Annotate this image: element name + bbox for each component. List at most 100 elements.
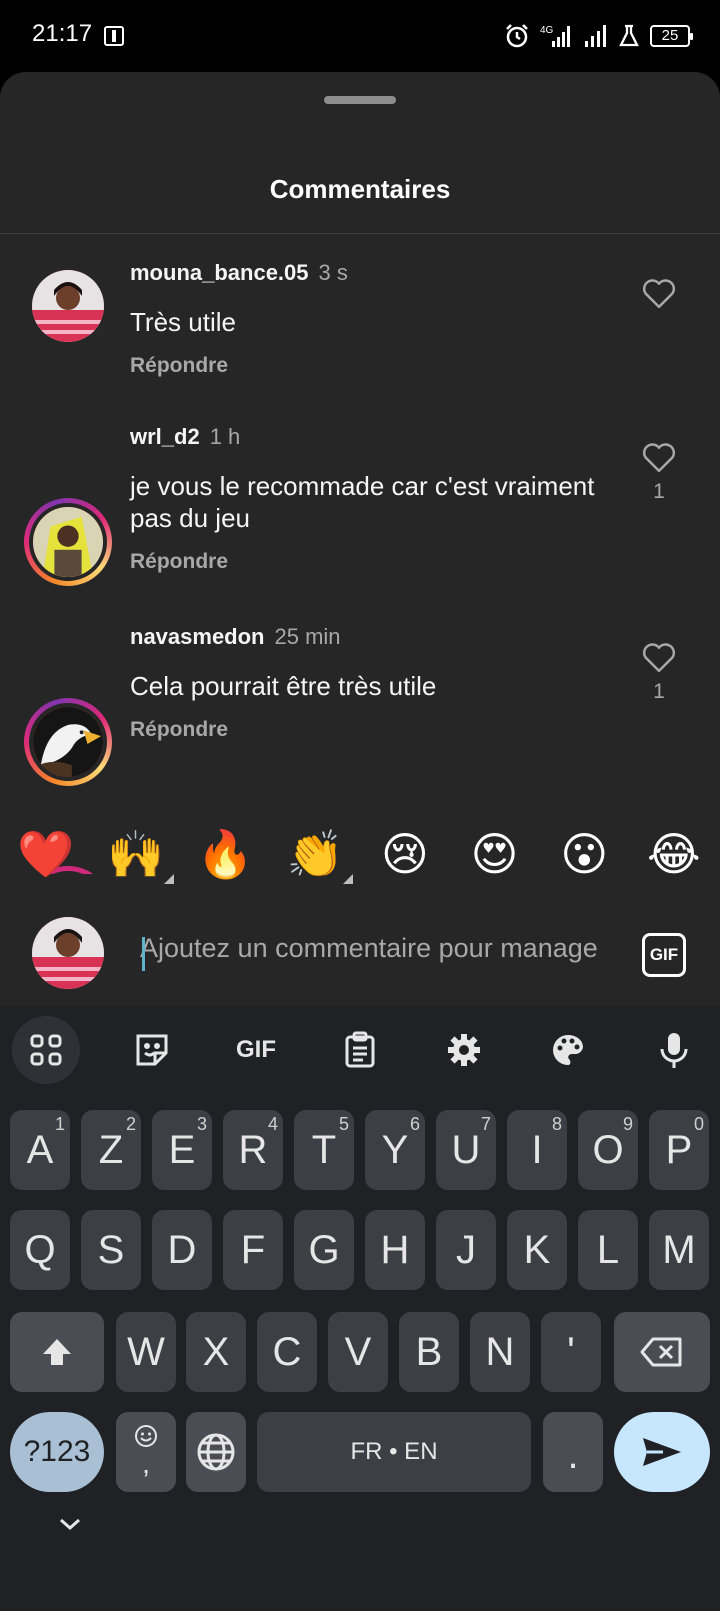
key-y[interactable]: Y6 xyxy=(365,1110,425,1190)
language-key[interactable] xyxy=(186,1412,246,1492)
key-e[interactable]: E3 xyxy=(152,1110,212,1190)
emoji-cry-button[interactable]: 😢 xyxy=(373,822,437,886)
status-bar: 21:17 4G 25 xyxy=(0,0,720,72)
emoji-reaction-bar: ❤️ 🙌 🔥 👏 😢 😍 😮 😂 xyxy=(0,822,720,892)
backspace-key[interactable] xyxy=(614,1312,710,1392)
key-apostrophe[interactable]: ' xyxy=(541,1312,601,1392)
4g-signal-icon: 4G xyxy=(540,25,570,47)
comment-username[interactable]: navasmedon xyxy=(130,624,265,649)
key-f[interactable]: F xyxy=(223,1210,283,1290)
key-t[interactable]: T5 xyxy=(294,1110,354,1190)
signal-icon xyxy=(585,25,606,47)
key-r[interactable]: R4 xyxy=(223,1110,283,1190)
comments-sheet: Commentaires mouna_bance.05 3 s Très util… xyxy=(0,72,720,1006)
keyboard-collapse-button[interactable] xyxy=(52,1506,88,1542)
gif-button[interactable]: GIF xyxy=(642,933,686,977)
reply-button[interactable]: Répondre xyxy=(130,354,228,378)
comment-username[interactable]: mouna_bance.05 xyxy=(130,260,309,285)
key-z[interactable]: Z2 xyxy=(81,1110,141,1190)
microphone-icon[interactable] xyxy=(640,1016,708,1084)
comment-header: navasmedon 25 min xyxy=(130,624,341,650)
key-g[interactable]: G xyxy=(294,1210,354,1290)
avatar[interactable] xyxy=(24,262,112,350)
comment-username[interactable]: wrl_d2 xyxy=(130,424,200,449)
symbols-key[interactable]: ?123 xyxy=(10,1412,104,1492)
key-q[interactable]: Q xyxy=(10,1210,70,1290)
space-key[interactable]: FR • EN xyxy=(257,1412,531,1492)
app-notification-icon xyxy=(104,26,124,46)
key-j[interactable]: J xyxy=(436,1210,496,1290)
apps-grid-icon[interactable] xyxy=(12,1016,80,1084)
settings-icon[interactable] xyxy=(430,1016,498,1084)
key-i[interactable]: I8 xyxy=(507,1110,567,1190)
shift-key[interactable] xyxy=(10,1312,104,1392)
sticker-icon[interactable] xyxy=(118,1016,186,1084)
key-l[interactable]: L xyxy=(578,1210,638,1290)
avatar[interactable] xyxy=(24,698,112,786)
comment-text: je vous le recommade car c'est vraiment … xyxy=(130,471,595,533)
key-p[interactable]: P0 xyxy=(649,1110,709,1190)
comment-time: 1 h xyxy=(209,424,241,449)
emoji-raised-hands-button[interactable]: 🙌 xyxy=(104,822,174,886)
send-key[interactable] xyxy=(614,1412,710,1492)
comment-composer: Ajoutez un commentaire pour manage GIF xyxy=(0,905,720,1005)
like-count: 1 xyxy=(653,680,665,703)
comment-time: 25 min xyxy=(274,624,341,649)
key-m[interactable]: M xyxy=(649,1210,709,1290)
comment-text: Cela pourrait être très utile xyxy=(130,671,437,701)
sheet-title: Commentaires xyxy=(269,174,451,204)
clipboard-icon[interactable] xyxy=(326,1016,394,1084)
avatar[interactable] xyxy=(24,498,112,586)
emoji-clap-button[interactable]: 👏 xyxy=(283,822,354,886)
comment-list[interactable]: mouna_bance.05 3 s Très utile Répondre wr… xyxy=(0,234,720,874)
key-w[interactable]: W xyxy=(116,1312,176,1392)
key-h[interactable]: H xyxy=(365,1210,425,1290)
text-caret xyxy=(142,937,145,971)
user-avatar-image xyxy=(32,270,104,342)
status-time: 21:17 xyxy=(32,20,93,47)
battery-icon: 25 xyxy=(650,25,693,47)
heart-icon[interactable] xyxy=(640,276,678,310)
backspace-icon xyxy=(640,1337,682,1367)
user-avatar-image xyxy=(29,703,107,781)
key-v[interactable]: V xyxy=(328,1312,388,1392)
comment-input[interactable]: Ajoutez un commentaire pour manage xyxy=(140,933,610,973)
keyboard: GIF A1 Z2 E3 R4 T5 Y6 U7 I8 O9 P0 Q S D … xyxy=(0,1006,720,1611)
smiley-icon xyxy=(135,1425,157,1447)
key-o[interactable]: O9 xyxy=(578,1110,638,1190)
key-n[interactable]: N xyxy=(470,1312,530,1392)
emoji-heart-eyes-button[interactable]: 😍 xyxy=(463,822,527,886)
theme-palette-icon[interactable] xyxy=(534,1016,602,1084)
key-k[interactable]: K xyxy=(507,1210,567,1290)
emoji-comma-key[interactable]: , xyxy=(116,1412,176,1492)
shift-icon xyxy=(43,1339,71,1365)
key-a[interactable]: A1 xyxy=(10,1110,70,1190)
reply-button[interactable]: Répondre xyxy=(130,718,228,742)
comment-header: mouna_bance.05 3 s xyxy=(130,260,348,286)
key-x[interactable]: X xyxy=(186,1312,246,1392)
emoji-surprised-button[interactable]: 😮 xyxy=(552,822,616,886)
user-avatar-image xyxy=(29,503,107,581)
comment-time: 3 s xyxy=(318,260,348,285)
like-count: 1 xyxy=(653,480,665,503)
emoji-laugh-button[interactable]: 😂 xyxy=(642,822,706,886)
send-icon xyxy=(643,1438,681,1466)
period-key[interactable]: . xyxy=(543,1412,603,1492)
keyboard-toolbar: GIF xyxy=(0,1016,720,1084)
key-c[interactable]: C xyxy=(257,1312,317,1392)
heart-icon[interactable] xyxy=(640,640,678,674)
heart-icon[interactable] xyxy=(640,440,678,474)
comment-text: Très utile xyxy=(130,307,236,337)
comment-header: wrl_d2 1 h xyxy=(130,424,240,450)
lab-icon xyxy=(619,24,639,47)
globe-icon xyxy=(197,1433,235,1471)
reply-button[interactable]: Répondre xyxy=(130,550,228,574)
key-d[interactable]: D xyxy=(152,1210,212,1290)
drag-handle[interactable] xyxy=(324,96,396,104)
key-s[interactable]: S xyxy=(81,1210,141,1290)
gif-icon[interactable]: GIF xyxy=(222,1016,290,1084)
key-u[interactable]: U7 xyxy=(436,1110,496,1190)
emoji-fire-button[interactable]: 🔥 xyxy=(193,822,257,886)
emoji-heart-button[interactable]: ❤️ xyxy=(14,822,78,886)
key-b[interactable]: B xyxy=(399,1312,459,1392)
